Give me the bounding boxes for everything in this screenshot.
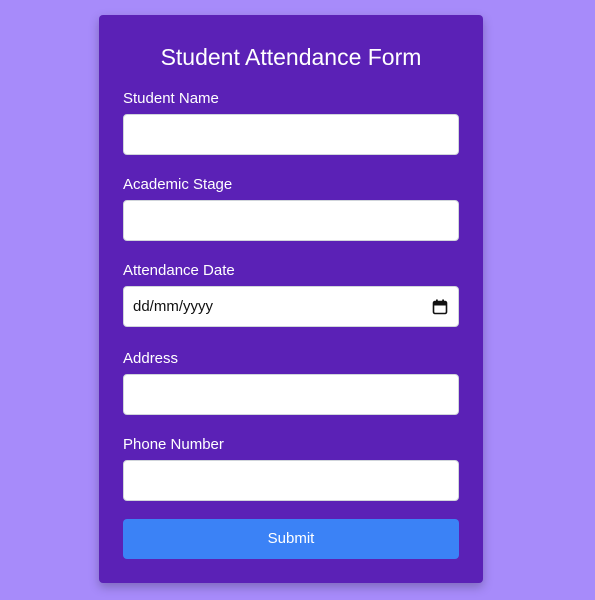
phone-number-field: Phone Number <box>123 436 459 501</box>
submit-button[interactable]: Submit <box>123 519 459 559</box>
attendance-date-label: Attendance Date <box>123 262 235 279</box>
student-name-label: Student Name <box>123 90 219 107</box>
attendance-form-card: Student Attendance Form Student Name Aca… <box>99 15 483 583</box>
student-name-field: Student Name <box>123 90 459 155</box>
academic-stage-field: Academic Stage <box>123 176 459 241</box>
attendance-date-field: Attendance Date dd/mm/yyyy <box>123 262 459 327</box>
academic-stage-input[interactable] <box>123 200 459 241</box>
academic-stage-label: Academic Stage <box>123 176 233 193</box>
attendance-date-input[interactable]: dd/mm/yyyy <box>123 286 459 327</box>
form-title: Student Attendance Form <box>160 44 422 70</box>
address-input[interactable] <box>123 374 459 415</box>
student-name-input[interactable] <box>123 114 459 155</box>
calendar-icon[interactable] <box>432 299 448 315</box>
address-label: Address <box>123 350 179 367</box>
phone-number-label: Phone Number <box>123 436 224 453</box>
phone-number-input[interactable] <box>123 460 459 501</box>
attendance-date-value: dd/mm/yyyy <box>133 298 214 315</box>
address-field: Address <box>123 350 459 415</box>
